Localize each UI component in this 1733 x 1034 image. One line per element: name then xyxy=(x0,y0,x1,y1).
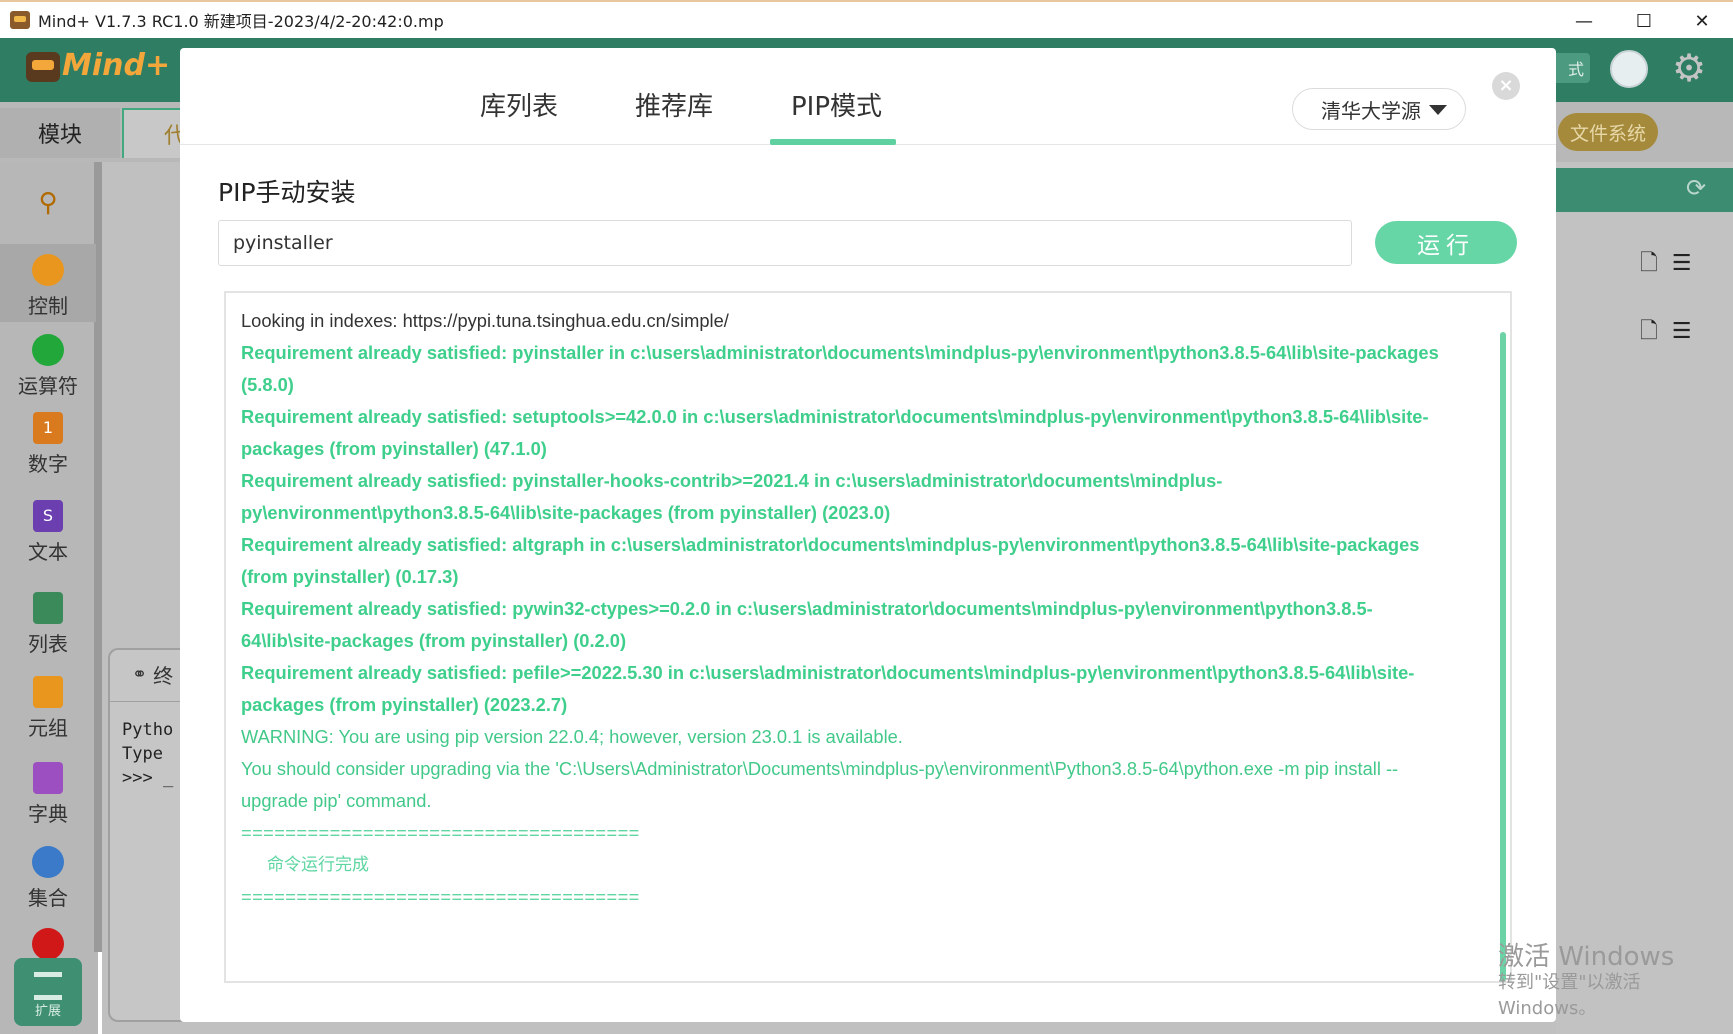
control-dot-icon xyxy=(32,254,64,286)
terminal-output[interactable]: Pytho Type >>> _ xyxy=(122,718,173,790)
section-title: PIP手动安装 xyxy=(218,178,356,207)
log-line: ==================================== xyxy=(241,886,640,907)
filesystem-button[interactable]: 文件系统 xyxy=(1558,113,1658,151)
minimize-button[interactable]: — xyxy=(1556,2,1612,40)
palette-item-list[interactable]: 列表 xyxy=(0,592,96,657)
tab-library-list[interactable]: 库列表 xyxy=(480,86,558,123)
menu-icon[interactable]: ☰ xyxy=(1672,251,1692,276)
operators-dot-icon xyxy=(32,334,64,366)
new-file-icon[interactable]: 🗋 xyxy=(1640,319,1658,344)
tab-module[interactable]: 模块 xyxy=(0,108,120,158)
file-panel xyxy=(1556,162,1733,1034)
palette-item-tuple[interactable]: 元组 xyxy=(0,676,96,741)
log-line: Requirement already satisfied: pyinstall… xyxy=(241,470,1223,491)
log-line: py\environment\python3.8.5-64\lib\site-p… xyxy=(241,502,891,523)
caret-down-icon xyxy=(1429,105,1447,115)
log-line: packages (from pyinstaller) (2023.2.7) xyxy=(241,694,568,715)
palette-item-text[interactable]: S 文本 xyxy=(0,500,96,565)
log-line: Looking in indexes: https://pypi.tuna.ts… xyxy=(241,310,729,331)
log-line: Requirement already satisfied: altgraph … xyxy=(241,534,1420,555)
search-icon[interactable]: ⚲ xyxy=(0,168,96,238)
file-row[interactable]: 🗋 ☰ xyxy=(1640,314,1691,352)
app-logo: Mind+ xyxy=(26,48,170,83)
terminal-panel xyxy=(108,648,188,1022)
pip-output-log[interactable]: Looking in indexes: https://pypi.tuna.ts… xyxy=(224,291,1512,983)
pip-output-text: Looking in indexes: https://pypi.tuna.ts… xyxy=(241,305,1491,913)
library-manager-dialog: 库列表 推荐库 PIP模式 清华大学源 × PIP手动安装 运行 Looking… xyxy=(180,48,1556,1022)
run-button[interactable]: 运行 xyxy=(1375,221,1517,264)
number-icon: 1 xyxy=(33,412,63,444)
robot-logo-icon xyxy=(26,51,60,82)
link-icon: ⚭ xyxy=(132,664,148,685)
refresh-icon[interactable]: ⟳ xyxy=(1686,174,1706,202)
maximize-button[interactable]: ☐ xyxy=(1616,2,1672,40)
file-row[interactable]: 🗋 ☰ xyxy=(1640,246,1691,284)
log-line: (from pyinstaller) (0.17.3) xyxy=(241,566,459,587)
log-line: ==================================== xyxy=(241,822,640,843)
log-line: Requirement already satisfied: pyinstall… xyxy=(241,342,1439,363)
menu-icon[interactable]: ☰ xyxy=(1672,319,1692,344)
mindplus-app-icon xyxy=(10,11,30,29)
palette-item-operators[interactable]: 运算符 xyxy=(0,334,96,399)
window-title: Mind+ V1.7.3 RC1.0 新建项目-2023/4/2-20:42:0… xyxy=(38,12,444,31)
activation-watermark-hint: 转到"设置"以激活 Windows。 xyxy=(1498,972,1641,1019)
log-line: 64\lib\site-packages (from pyinstaller) … xyxy=(241,630,627,651)
file-panel-header xyxy=(1556,168,1733,212)
active-tab-indicator xyxy=(770,139,896,145)
log-line: (5.8.0) xyxy=(241,374,294,395)
mirror-source-select[interactable]: 清华大学源 xyxy=(1292,88,1466,130)
close-icon[interactable]: × xyxy=(1492,72,1520,100)
user-avatar[interactable] xyxy=(1610,50,1648,88)
tab-code[interactable]: 代 xyxy=(122,108,186,158)
palette-item-control[interactable]: 控制 xyxy=(0,254,96,319)
palette-item-dict[interactable]: 字典 xyxy=(0,762,96,827)
gear-icon[interactable]: ⚙ xyxy=(1672,48,1706,88)
dict-icon xyxy=(33,762,63,794)
dialog-tab-bar: 库列表 推荐库 PIP模式 清华大学源 × xyxy=(180,48,1556,145)
red-dot-icon xyxy=(32,928,64,960)
log-line: Requirement already satisfied: pywin32-c… xyxy=(241,598,1373,619)
close-window-button[interactable]: ✕ xyxy=(1674,2,1730,40)
set-icon xyxy=(32,846,64,878)
log-line: WARNING: You are using pip version 22.0.… xyxy=(241,726,903,747)
lock-icon xyxy=(33,676,63,708)
log-line: packages (from pyinstaller) (47.1.0) xyxy=(241,438,547,459)
tab-recommended[interactable]: 推荐库 xyxy=(635,86,713,123)
text-icon: S xyxy=(33,500,63,532)
list-icon xyxy=(33,592,63,624)
log-line: Requirement already satisfied: setuptool… xyxy=(241,406,1429,427)
log-line: upgrade pip' command. xyxy=(241,790,432,811)
log-line: 命令运行完成 xyxy=(267,855,369,874)
extension-button[interactable]: 扩展 xyxy=(14,958,82,1026)
new-file-icon[interactable]: 🗋 xyxy=(1640,251,1658,276)
terminal-header: ⚭ 终 xyxy=(108,648,188,702)
output-scrollbar[interactable] xyxy=(1500,332,1506,982)
tab-pip-mode[interactable]: PIP模式 xyxy=(791,86,882,123)
pip-package-input[interactable] xyxy=(218,220,1352,266)
title-bar: Mind+ V1.7.3 RC1.0 新建项目-2023/4/2-20:42:0… xyxy=(0,0,1733,38)
log-line: You should consider upgrading via the 'C… xyxy=(241,758,1399,779)
palette-item-set[interactable]: 集合 xyxy=(0,846,96,911)
log-line: Requirement already satisfied: pefile>=2… xyxy=(241,662,1415,683)
palette-item-number[interactable]: 1 数字 xyxy=(0,412,96,477)
